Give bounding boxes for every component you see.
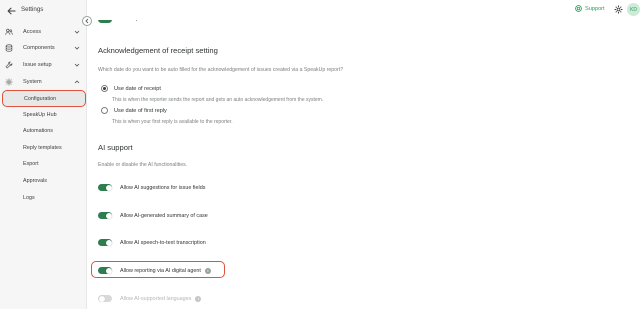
arrow-left-icon[interactable]: [7, 6, 16, 16]
ack-section-desc: Which date do you want to be auto filled…: [98, 67, 344, 73]
toggle-label: Allow AI-generated summary of case: [120, 212, 208, 219]
sidebar-item-label: Access: [23, 29, 42, 35]
toggle-label: Allow reporting via AI digital agent: [120, 267, 201, 274]
info-icon[interactable]: i: [195, 295, 202, 302]
toggle-row-ai-speech-to-text[interactable]: Allow AI speech-to-text transcription: [98, 239, 206, 246]
toggle-switch[interactable]: [98, 267, 112, 274]
sidebar-subitem-label: Automations: [23, 128, 53, 134]
topbar: [88, 0, 644, 20]
sidebar-item-label: Issue setup: [23, 62, 52, 68]
sidebar-subitem-label: Configuration: [24, 95, 57, 102]
toggle-switch[interactable]: [98, 212, 112, 219]
chevron-down-icon: [74, 46, 80, 50]
radio-label: Use date of first reply: [114, 107, 167, 114]
radio-help-text: This is when your first reply is availab…: [112, 119, 233, 125]
chevron-down-icon: [74, 63, 80, 67]
radio-help-text: This is when the reporter sends the repo…: [112, 97, 324, 103]
chevron-left-icon: [85, 18, 89, 24]
toggle-switch[interactable]: [98, 295, 112, 302]
radio-button[interactable]: [101, 107, 108, 114]
sidebar-subitem-configuration[interactable]: Configuration: [2, 90, 86, 107]
sidebar-item-system[interactable]: System: [0, 74, 87, 90]
sidebar-subitem-automations[interactable]: Automations: [2, 123, 87, 139]
sidebar-item-label: System: [23, 79, 42, 85]
sidebar-subitem-reply-templates[interactable]: Reply templates: [2, 140, 87, 156]
sidebar: Settings Access Components Issue setup S…: [0, 0, 87, 309]
sidebar-collapse-button[interactable]: [82, 16, 92, 26]
wrench-icon: [5, 61, 13, 69]
sidebar-item-label: Components: [23, 45, 55, 51]
sidebar-subitem-label: Approvals: [23, 178, 47, 184]
database-icon: [5, 44, 13, 52]
sidebar-subitem-speakup-hub[interactable]: SpeakUp Hub: [2, 107, 87, 123]
ack-section-title: Acknowledgement of receipt setting: [98, 46, 218, 55]
sidebar-subitem-approvals[interactable]: Approvals: [2, 173, 87, 189]
sidebar-header: Settings: [0, 0, 87, 22]
sidebar-subitem-label: Export: [23, 161, 39, 167]
radio-label: Use date of receipt: [114, 85, 161, 92]
gear-icon: [5, 78, 13, 86]
toggle-label: Allow AI-supported languages: [120, 295, 192, 302]
sidebar-title: Settings: [21, 6, 44, 13]
sidebar-item-components[interactable]: Components: [0, 40, 87, 56]
toggle-row-ai-summary[interactable]: Allow AI-generated summary of case: [98, 212, 208, 219]
radio-button[interactable]: [101, 85, 108, 92]
support-label: Support: [585, 5, 605, 12]
ai-section-desc: Enable or disable the AI functionalities…: [98, 162, 188, 168]
support-link[interactable]: Support: [575, 5, 605, 12]
sidebar-subitem-label: Logs: [23, 195, 35, 201]
sidebar-subitem-label: Reply templates: [23, 145, 62, 151]
sidebar-subitem-logs[interactable]: Logs: [2, 190, 87, 206]
lifebuoy-icon: [575, 5, 582, 12]
users-icon: [5, 28, 13, 35]
sidebar-subitem-label: SpeakUp Hub: [23, 112, 57, 118]
toggle-row-ai-languages[interactable]: Allow AI-supported languages i: [98, 295, 202, 302]
toggle-switch[interactable]: [98, 239, 112, 246]
toggle-row-ai-digital-agent[interactable]: Allow reporting via AI digital agent i: [98, 267, 211, 274]
sidebar-subitem-export[interactable]: Export: [2, 156, 87, 172]
avatar[interactable]: KD: [627, 3, 640, 16]
toggle-row-ai-suggestions[interactable]: Allow AI suggestions for issue fields: [98, 184, 205, 191]
ai-section-title: AI support: [98, 143, 133, 152]
toggle-switch[interactable]: [98, 184, 112, 191]
info-icon[interactable]: i: [204, 267, 211, 274]
radio-date-of-receipt[interactable]: Use date of receipt: [101, 85, 161, 92]
settings-gear-icon[interactable]: [614, 5, 623, 14]
sidebar-item-issue-setup[interactable]: Issue setup: [0, 57, 87, 73]
radio-date-of-first-reply[interactable]: Use date of first reply: [101, 107, 167, 114]
chevron-up-icon: [74, 80, 80, 84]
sidebar-item-access[interactable]: Access: [0, 24, 87, 40]
toggle-label: Allow AI speech-to-text transcription: [120, 239, 206, 246]
chevron-down-icon: [74, 30, 80, 34]
toggle-label: Allow AI suggestions for issue fields: [120, 184, 206, 191]
